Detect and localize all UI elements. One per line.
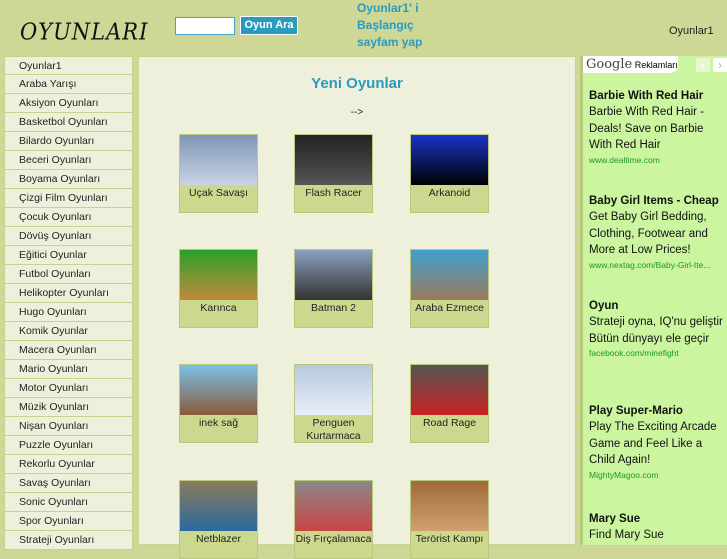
game-card[interactable]: Flash Racer <box>294 134 373 213</box>
ad-url[interactable]: facebook.com/minefight <box>589 347 727 359</box>
sidebar-item[interactable]: Sonic Oyunları <box>4 493 133 512</box>
ads-column: Google Reklamları ‹ › Barbie With Red Ha… <box>580 56 727 545</box>
game-title[interactable]: inek sağ <box>180 415 257 430</box>
sidebar-item[interactable]: Çizgi Film Oyunları <box>4 189 133 208</box>
sidebar-item[interactable]: Oyunlar1 <box>4 56 133 75</box>
google-logo: Google <box>586 57 633 72</box>
ad-url[interactable]: www.dealtime.com <box>589 154 727 166</box>
game-title[interactable]: Penguen Kurtarmaca <box>295 415 372 443</box>
sidebar-item[interactable]: Puzzle Oyunları <box>4 436 133 455</box>
sidebar-item[interactable]: Macera Oyunları <box>4 341 133 360</box>
ad-url[interactable]: MightyMagoo.com <box>589 469 727 481</box>
game-card[interactable]: Terörist Kampı <box>410 480 489 559</box>
ad-title[interactable]: Oyun <box>589 298 727 314</box>
sidebar-item[interactable]: Hugo Oyunları <box>4 303 133 322</box>
game-card[interactable]: Arkanoid <box>410 134 489 213</box>
game-thumbnail[interactable] <box>180 250 257 300</box>
sidebar-item[interactable]: Basketbol Oyunları <box>4 113 133 132</box>
game-thumbnail[interactable] <box>411 481 488 531</box>
sidebar-item[interactable]: Motor Oyunları <box>4 379 133 398</box>
game-card[interactable]: Penguen Kurtarmaca <box>294 364 373 443</box>
next-ad-icon[interactable]: › <box>713 58 727 72</box>
game-thumbnail[interactable] <box>411 250 488 300</box>
game-card[interactable]: Diş Fırçalamaca <box>294 480 373 559</box>
sidebar-item[interactable]: Savaş Oyunları <box>4 474 133 493</box>
ad-item: Baby Girl Items - Cheap Get Baby Girl Bed… <box>589 193 727 271</box>
ads-header: Google Reklamları <box>583 56 678 73</box>
game-title[interactable]: Flash Racer <box>295 185 372 200</box>
sidebar-item[interactable]: Çocuk Oyunları <box>4 208 133 227</box>
page-title: Yeni Oyunlar <box>311 75 403 92</box>
game-thumbnail[interactable] <box>411 365 488 415</box>
game-thumbnail[interactable] <box>295 250 372 300</box>
sidebar-item[interactable]: Dövüş Oyunları <box>4 227 133 246</box>
game-title[interactable]: Araba Ezmece <box>411 300 488 315</box>
game-card[interactable]: Batman 2 <box>294 249 373 328</box>
ad-url[interactable]: www.nextag.com/Baby-Girl-Ite... <box>589 259 727 271</box>
ad-item: Play Super-Mario Play The Exciting Arcade… <box>589 403 727 481</box>
sidebar-item[interactable]: Beceri Oyunları <box>4 151 133 170</box>
game-title[interactable]: Netblazer <box>180 531 257 546</box>
search-button[interactable]: Oyun Ara <box>240 16 298 35</box>
ad-title[interactable]: Mary Sue <box>589 511 727 527</box>
sidebar-item[interactable]: Strateji Oyunları <box>4 531 133 550</box>
sidebar-item[interactable]: Eğitici Oyunlar <box>4 246 133 265</box>
game-title[interactable]: Diş Fırçalamaca <box>295 531 372 546</box>
game-thumbnail[interactable] <box>180 481 257 531</box>
game-card[interactable]: Uçak Savaşı <box>179 134 258 213</box>
ad-description: Get Baby Girl Bedding, Clothing, Footwea… <box>589 211 708 256</box>
game-card[interactable]: inek sağ <box>179 364 258 443</box>
ad-title[interactable]: Barbie With Red Hair <box>589 88 727 104</box>
game-thumbnail[interactable] <box>295 135 372 185</box>
sidebar-item[interactable]: Aksiyon Oyunları <box>4 94 133 113</box>
ad-item: Mary Sue Find Mary Sue <box>589 511 727 544</box>
set-homepage-link[interactable]: Oyunlar1' i Başlangıç sayfam yap <box>357 0 437 51</box>
sidebar-item[interactable]: Mario Oyunları <box>4 360 133 379</box>
sidebar-item[interactable]: Spor Oyunları <box>4 512 133 531</box>
new-games-panel: Yeni Oyunlar --> Uçak Savaşı Flash Racer A… <box>138 56 576 559</box>
game-title[interactable]: Arkanoid <box>411 185 488 200</box>
sidebar-item[interactable]: Boyama Oyunları <box>4 170 133 189</box>
game-title[interactable]: Road Rage <box>411 415 488 430</box>
site-name-link[interactable]: Oyunlar1 <box>669 25 714 37</box>
game-title[interactable]: Batman 2 <box>295 300 372 315</box>
game-card[interactable]: Araba Ezmece <box>410 249 489 328</box>
game-thumbnail[interactable] <box>411 135 488 185</box>
game-thumbnail[interactable] <box>295 365 372 415</box>
ad-title[interactable]: Baby Girl Items - Cheap <box>589 193 727 209</box>
game-card[interactable]: Road Rage <box>410 364 489 443</box>
ad-description: Find Mary Sue <box>589 529 664 541</box>
ad-description: Strateji oyna, IQ'nu geliştir Bütün düny… <box>589 316 723 345</box>
game-thumbnail[interactable] <box>180 135 257 185</box>
ad-description: Play The Exciting Arcade Game and Feel L… <box>589 421 717 466</box>
ad-description: Barbie With Red Hair - Deals! Save on Ba… <box>589 106 705 151</box>
sidebar-item[interactable]: Futbol Oyunları <box>4 265 133 284</box>
ad-item: Oyun Strateji oyna, IQ'nu geliştir Bütün … <box>589 298 727 359</box>
sidebar-item[interactable]: Araba Yarışı <box>4 75 133 94</box>
prev-ad-icon[interactable]: ‹ <box>696 58 710 72</box>
game-thumbnail[interactable] <box>295 481 372 531</box>
ad-item: Barbie With Red Hair Barbie With Red Hair… <box>589 88 727 166</box>
game-title[interactable]: Uçak Savaşı <box>180 185 257 200</box>
sidebar-item[interactable]: Müzik Oyunları <box>4 398 133 417</box>
ad-title[interactable]: Play Super-Mario <box>589 403 727 419</box>
sidebar-item[interactable]: Helikopter Oyunları <box>4 284 133 303</box>
arrow-text: --> <box>350 107 364 118</box>
game-card[interactable]: Netblazer <box>179 480 258 559</box>
sidebar-item[interactable]: Komik Oyunlar <box>4 322 133 341</box>
game-title[interactable]: Terörist Kampı <box>411 531 488 546</box>
game-thumbnail[interactable] <box>180 365 257 415</box>
sidebar-item[interactable]: Bilardo Oyunları <box>4 132 133 151</box>
game-title[interactable]: Karınca <box>180 300 257 315</box>
sidebar-item[interactable]: Nişan Oyunları <box>4 417 133 436</box>
category-sidebar: Oyunlar1 Araba Yarışı Aksiyon Oyunları Bask… <box>4 56 133 550</box>
ads-label: Reklamları <box>634 60 678 70</box>
game-card[interactable]: Karınca <box>179 249 258 328</box>
site-logo[interactable]: OYUNLARI <box>20 19 148 45</box>
sidebar-item[interactable]: Rekorlu Oyunlar <box>4 455 133 474</box>
header: OYUNLARI Oyun Ara Oyunlar1' i Başlangıç … <box>0 0 727 55</box>
search-input[interactable] <box>175 17 235 35</box>
